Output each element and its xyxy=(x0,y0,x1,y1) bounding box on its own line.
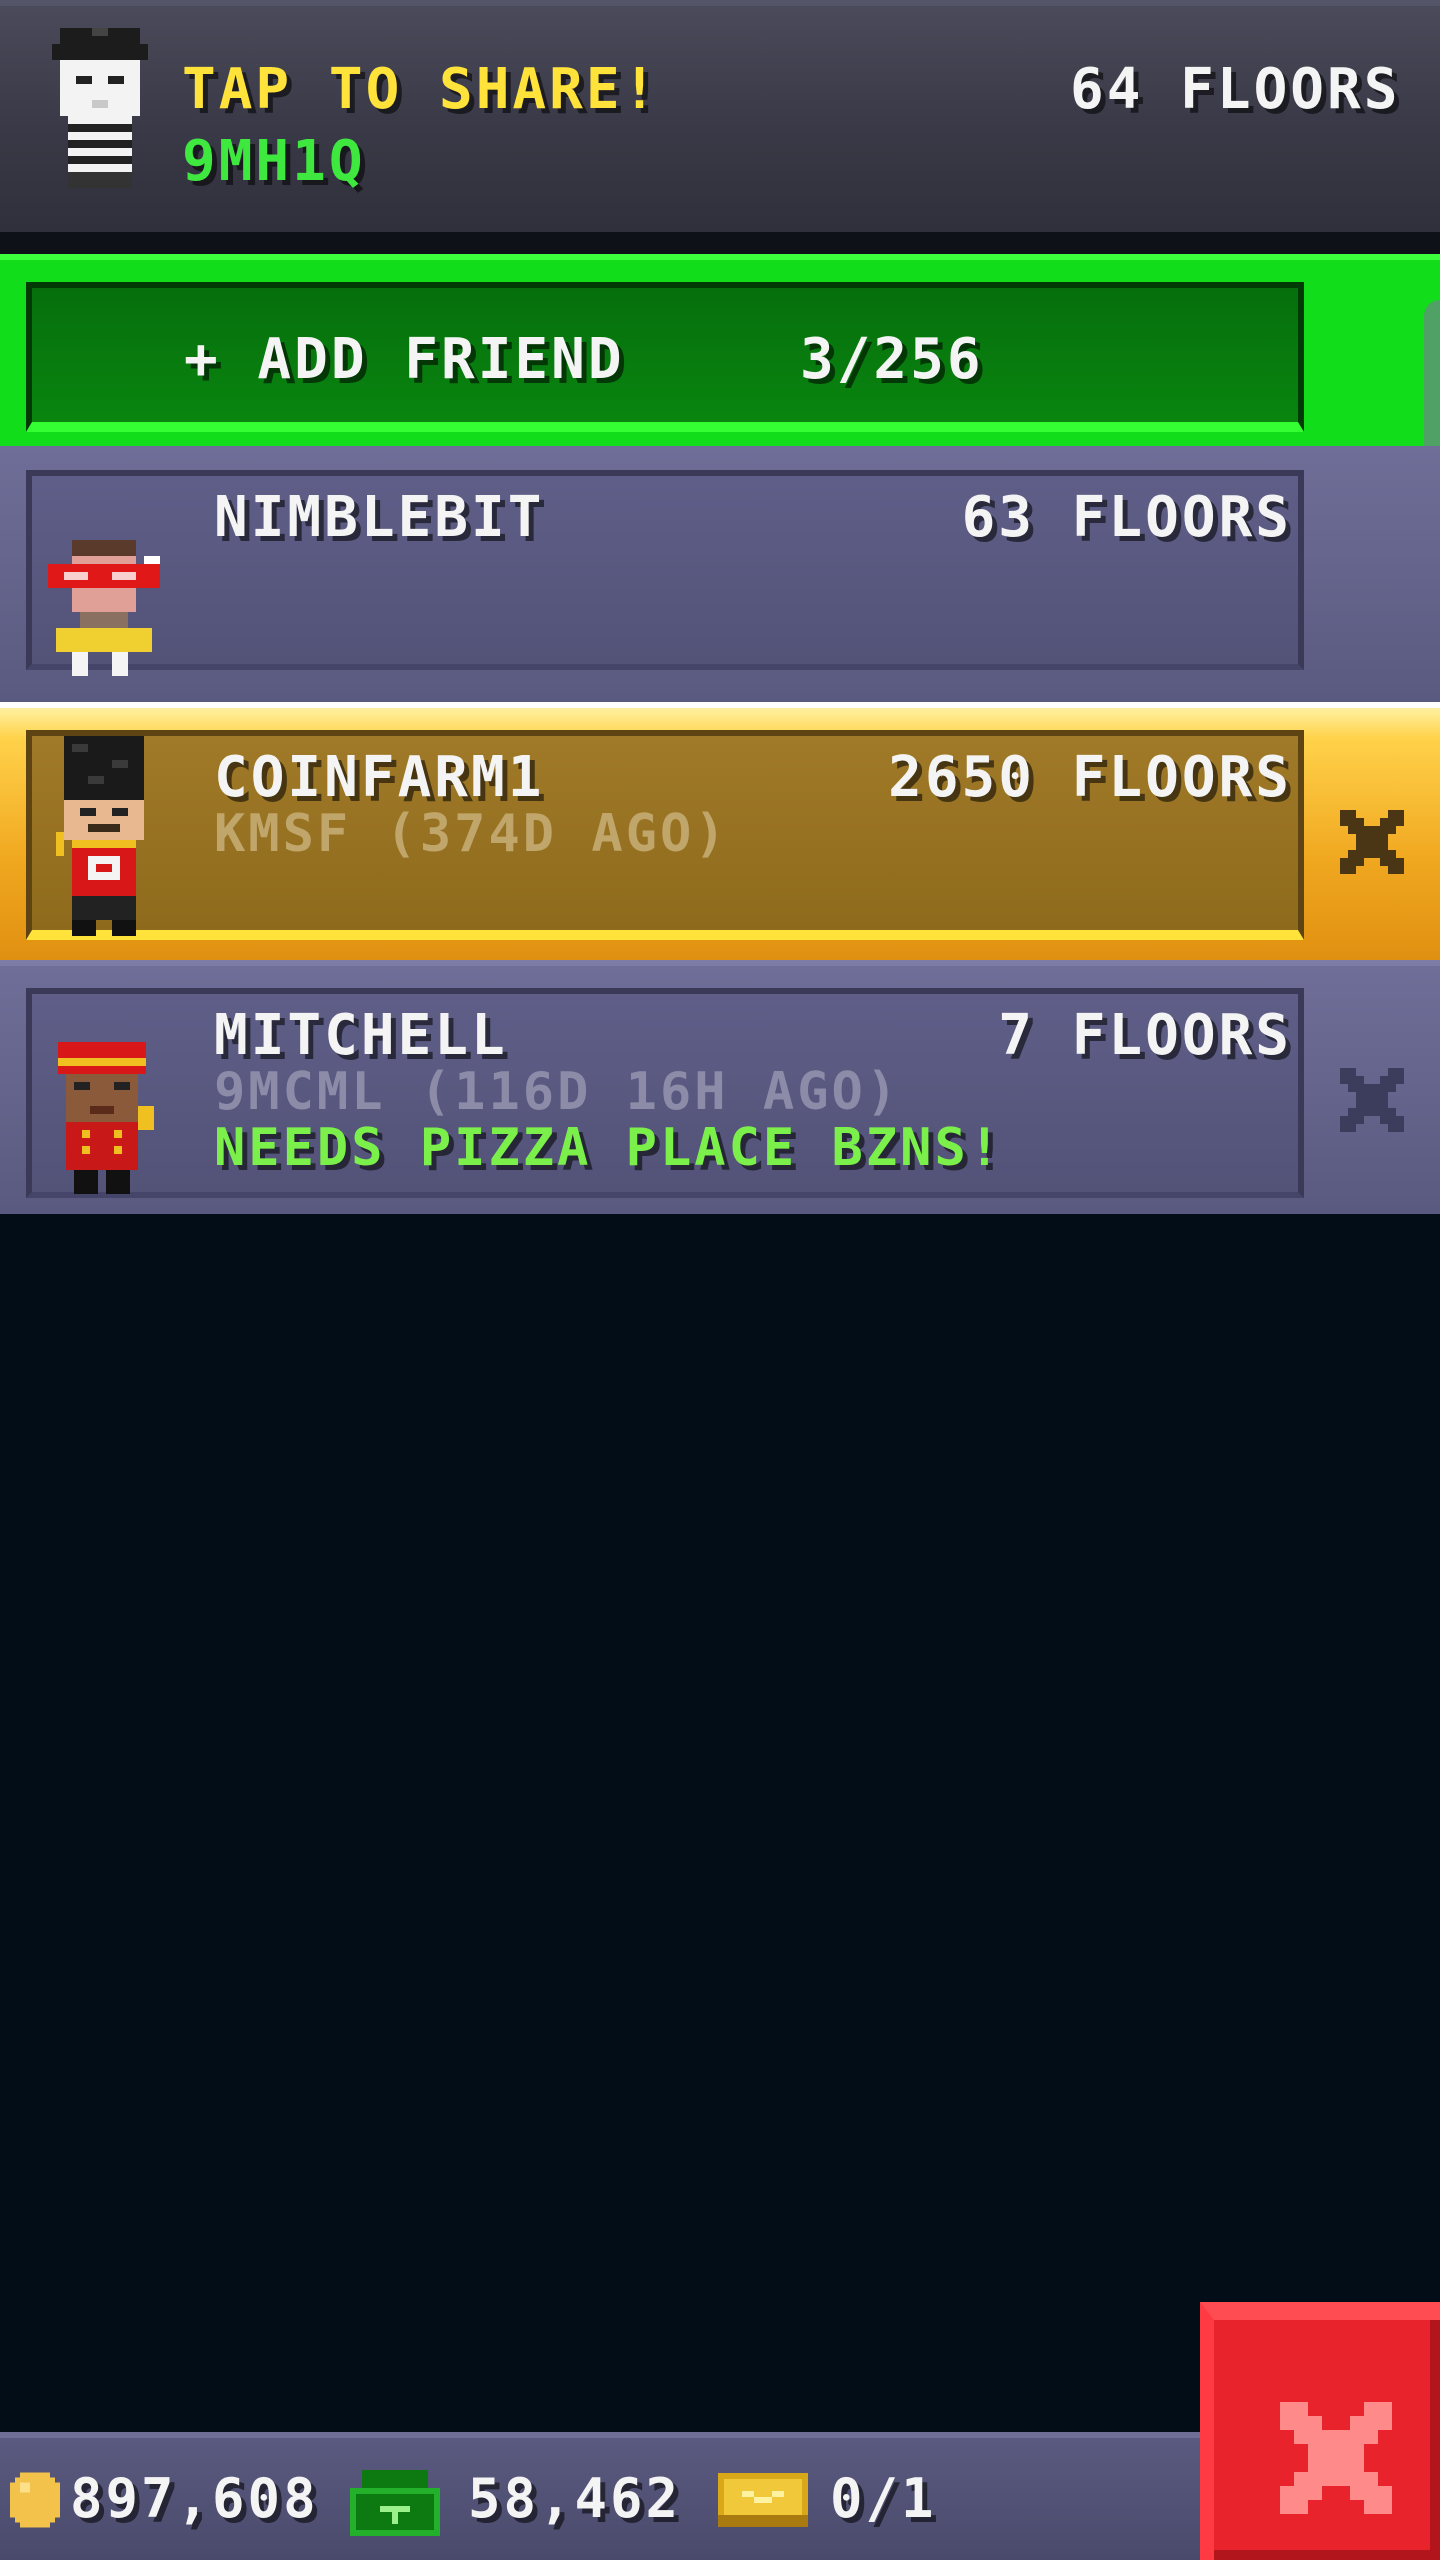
friend-avatar xyxy=(56,736,144,936)
share-label[interactable]: TAP TO SHARE! xyxy=(182,62,659,118)
bux-balance: 58,462 xyxy=(468,2467,682,2530)
friend-avatar xyxy=(48,540,160,676)
friend-avatar xyxy=(58,1042,154,1194)
remove-x-icon[interactable] xyxy=(1340,810,1404,874)
player-code: 9MH1Q xyxy=(182,129,366,194)
friend-floors: 63 FLOORS xyxy=(961,485,1292,550)
close-button[interactable] xyxy=(1200,2302,1440,2560)
friend-name: MITCHELL xyxy=(214,1003,508,1068)
friend-row[interactable]: NIMBLEBIT 63 FLOORS xyxy=(0,446,1440,702)
coin-icon xyxy=(10,2472,60,2528)
share-header[interactable]: TAP TO SHARE! 9MH1Q 64 FLOORS xyxy=(0,0,1440,232)
add-friend-row: + ADD FRIEND 3/256 xyxy=(0,254,1440,446)
close-icon xyxy=(1280,2402,1392,2514)
add-friend-button[interactable]: + ADD FRIEND 3/256 xyxy=(26,282,1304,432)
friend-floors: 2650 FLOORS xyxy=(888,745,1292,810)
friend-status: NEEDS PIZZA PLACE BZNS! xyxy=(214,1118,1004,1178)
friend-name: NIMBLEBIT xyxy=(214,485,545,550)
bux-icon xyxy=(350,2470,440,2536)
friend-code: 9MCML (116D 16H AGO) xyxy=(214,1062,901,1122)
friend-code: KMSF (374D AGO) xyxy=(214,804,729,864)
add-friend-label: + ADD FRIEND xyxy=(184,327,625,392)
friend-row-highlighted[interactable]: COINFARM1 2650 FLOORS KMSF (374D AGO) xyxy=(0,702,1440,960)
player-avatar xyxy=(52,28,148,188)
friend-row[interactable]: MITCHELL 7 FLOORS 9MCML (116D 16H AGO) N… xyxy=(0,960,1440,1214)
friend-name: COINFARM1 xyxy=(214,745,545,810)
friend-count: 3/256 xyxy=(800,327,984,392)
ticket-icon xyxy=(718,2473,808,2527)
friend-floors: 7 FLOORS xyxy=(998,1003,1292,1068)
header-divider xyxy=(0,232,1440,254)
ticket-count: 0/1 xyxy=(830,2467,937,2530)
coin-balance: 897,608 xyxy=(70,2467,319,2530)
player-floors: 64 FLOORS xyxy=(1070,57,1401,122)
remove-x-icon[interactable] xyxy=(1340,1068,1404,1132)
